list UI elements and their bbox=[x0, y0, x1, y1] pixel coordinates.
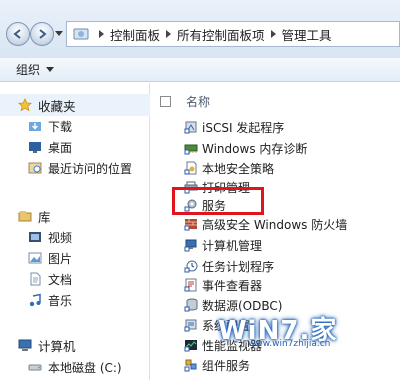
recent-pages-dropdown[interactable] bbox=[55, 31, 63, 36]
nav-item-recent-places[interactable]: 最近访问的位置 bbox=[28, 159, 132, 177]
component-services-icon bbox=[184, 359, 197, 372]
nav-libraries[interactable]: 库 bbox=[18, 207, 51, 225]
column-header-name[interactable]: 名称 bbox=[160, 93, 210, 110]
nav-computer-label: 计算机 bbox=[38, 338, 76, 354]
highlight-box bbox=[172, 187, 264, 215]
toolbar: 组织 bbox=[0, 58, 400, 82]
nav-item-videos[interactable]: 视频 bbox=[28, 228, 72, 246]
list-item-label: iSCSI 发起程序 bbox=[202, 120, 285, 135]
memory-diagnostic-icon bbox=[184, 144, 198, 155]
back-button[interactable] bbox=[6, 22, 30, 46]
list-item-label: 事件查看器 bbox=[202, 278, 263, 293]
security-policy-icon bbox=[184, 161, 197, 175]
forward-button[interactable] bbox=[30, 22, 54, 46]
nav-item-downloads[interactable]: 下载 bbox=[28, 117, 72, 135]
list-item-memory-diagnostic[interactable]: Windows 内存诊断 bbox=[184, 139, 307, 157]
breadcrumb-control-panel[interactable]: 控制面板 bbox=[110, 25, 160, 44]
breadcrumb-all-items[interactable]: 所有控制面板项 bbox=[177, 25, 265, 44]
nav-item-music[interactable]: 音乐 bbox=[28, 291, 72, 309]
list-item-task-scheduler[interactable]: 任务计划程序 bbox=[184, 257, 274, 275]
list-item-label: 任务计划程序 bbox=[202, 259, 275, 274]
forward-arrow-icon bbox=[39, 29, 47, 39]
event-viewer-icon bbox=[184, 278, 197, 292]
firewall-icon bbox=[184, 219, 197, 231]
breadcrumb-separator-icon[interactable] bbox=[166, 30, 172, 38]
control-panel-icon bbox=[73, 28, 89, 40]
star-icon bbox=[18, 98, 32, 112]
nav-favorites-label: 收藏夹 bbox=[38, 98, 76, 114]
library-icon bbox=[18, 211, 32, 222]
list-item-event-viewer[interactable]: 事件查看器 bbox=[184, 276, 262, 294]
admin-tool-shortcut-icon bbox=[184, 121, 197, 134]
list-item-component-services[interactable]: 组件服务 bbox=[184, 356, 250, 374]
nav-item-local-disk[interactable]: 本地磁盘 (C:) bbox=[28, 358, 122, 376]
nav-item-label: 图片 bbox=[48, 251, 73, 266]
nav-item-label: 本地磁盘 (C:) bbox=[48, 360, 122, 375]
nav-item-documents[interactable]: 文档 bbox=[28, 270, 72, 288]
organize-label: 组织 bbox=[16, 63, 41, 77]
list-item-local-security-policy[interactable]: 本地安全策略 bbox=[184, 159, 274, 177]
organize-button[interactable]: 组织 bbox=[16, 61, 55, 78]
nav-item-label: 最近访问的位置 bbox=[48, 161, 133, 176]
back-arrow-icon bbox=[13, 29, 21, 39]
nav-item-label: 下载 bbox=[48, 119, 73, 134]
nav-item-label: 音乐 bbox=[48, 293, 73, 308]
nav-item-label: 视频 bbox=[48, 230, 73, 245]
list-item-label: 本地安全策略 bbox=[202, 161, 275, 176]
list-item-firewall[interactable]: 高级安全 Windows 防火墙 bbox=[184, 215, 347, 233]
breadcrumb-separator-icon[interactable] bbox=[270, 30, 276, 38]
hard-disk-icon bbox=[28, 364, 42, 371]
navigation-pane[interactable]: 收藏夹 下载 桌面 最近访问的位置 库 视频 图片 文档 音乐 计算机 本地磁盘… bbox=[0, 83, 150, 380]
system-configuration-icon bbox=[184, 319, 197, 332]
recent-places-icon bbox=[28, 162, 42, 174]
watermark-logo: WiN7.家 www.win7zhijia.cn bbox=[218, 308, 398, 352]
data-source-icon bbox=[184, 298, 198, 312]
nav-item-label: 桌面 bbox=[48, 140, 73, 155]
pictures-library-icon bbox=[28, 252, 42, 264]
watermark-url: www.win7zhijia.cn bbox=[248, 339, 331, 349]
documents-library-icon bbox=[30, 272, 41, 286]
computer-icon bbox=[18, 339, 32, 351]
breadcrumb[interactable]: 控制面板 所有控制面板项 管理工具 bbox=[66, 21, 400, 47]
desktop-icon bbox=[29, 142, 41, 153]
column-header-label: 名称 bbox=[186, 95, 211, 109]
nav-item-pictures[interactable]: 图片 bbox=[28, 249, 72, 267]
music-library-icon bbox=[29, 293, 41, 307]
nav-item-label: 文档 bbox=[48, 272, 73, 287]
select-all-checkbox[interactable] bbox=[160, 96, 171, 107]
video-library-icon bbox=[29, 232, 41, 242]
list-item-label: Windows 内存诊断 bbox=[202, 141, 308, 156]
chevron-down-icon bbox=[46, 67, 55, 72]
list-item-label: 组件服务 bbox=[202, 358, 251, 373]
address-bar: 控制面板 所有控制面板项 管理工具 bbox=[0, 0, 400, 58]
breadcrumb-admin-tools[interactable]: 管理工具 bbox=[282, 25, 332, 44]
list-item-computer-management[interactable]: 计算机管理 bbox=[184, 236, 262, 254]
downloads-folder-icon bbox=[29, 122, 41, 131]
nav-computer[interactable]: 计算机 bbox=[18, 336, 76, 354]
task-scheduler-icon bbox=[184, 260, 198, 273]
nav-favorites[interactable]: 收藏夹 bbox=[18, 96, 76, 114]
performance-monitor-icon bbox=[184, 340, 197, 352]
breadcrumb-separator-icon[interactable] bbox=[99, 30, 104, 38]
nav-item-desktop[interactable]: 桌面 bbox=[28, 138, 72, 156]
list-item-label: 高级安全 Windows 防火墙 bbox=[202, 217, 348, 232]
list-item-iscsi[interactable]: iSCSI 发起程序 bbox=[184, 118, 284, 136]
computer-management-icon bbox=[184, 239, 197, 252]
list-item-label: 计算机管理 bbox=[202, 238, 263, 253]
nav-libraries-label: 库 bbox=[38, 209, 51, 225]
